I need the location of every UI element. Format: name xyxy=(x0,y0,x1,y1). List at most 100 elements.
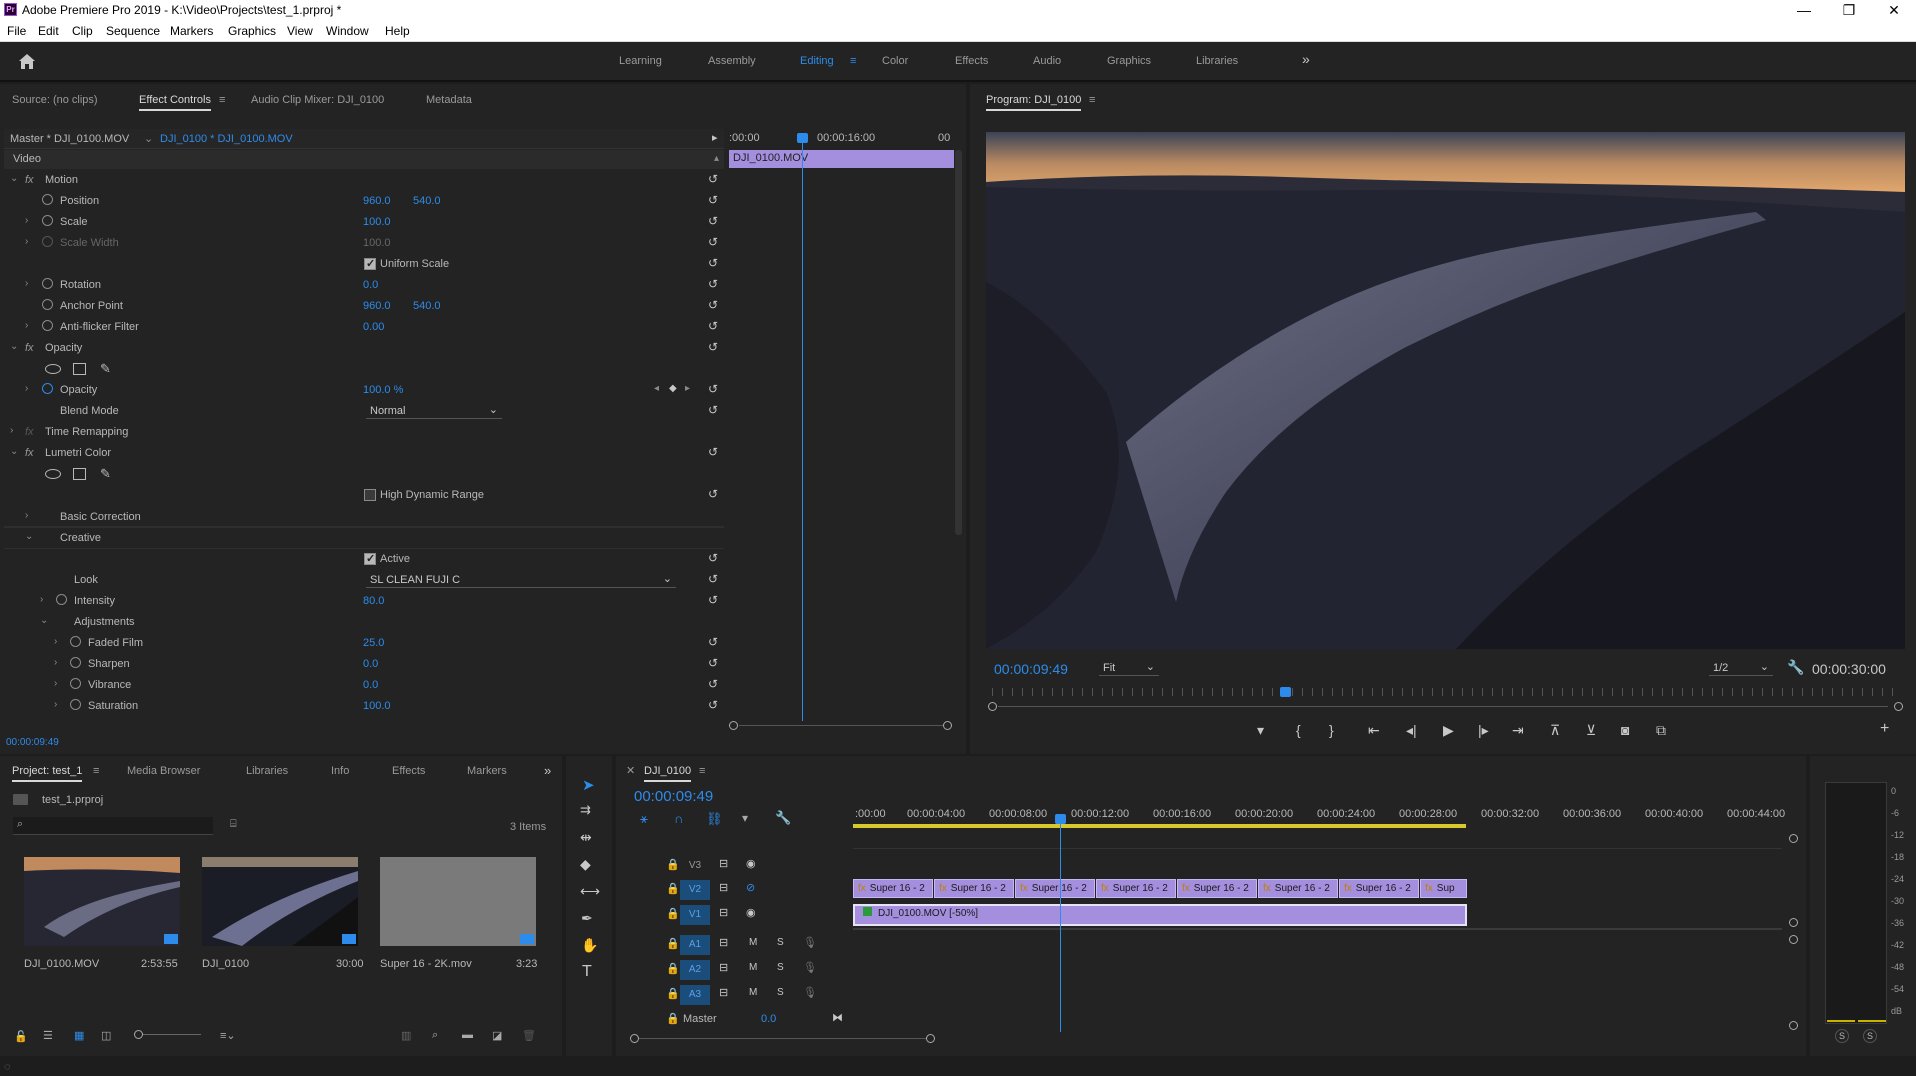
eye-hidden-icon[interactable]: ⊘ xyxy=(746,881,755,894)
menu-markers[interactable]: Markers xyxy=(170,24,213,38)
play-clip-icon[interactable]: ▸ xyxy=(712,131,718,144)
chevron-right-icon[interactable]: › xyxy=(25,383,28,394)
v2-clip[interactable]: fx Super 16 - 2 xyxy=(1177,879,1257,898)
chevron-down-icon[interactable]: ⌄ xyxy=(10,446,18,457)
track-a2-label[interactable]: A2 xyxy=(680,960,710,980)
reset-icon[interactable]: ↺ xyxy=(708,172,718,186)
stopwatch-icon[interactable] xyxy=(42,215,53,226)
meter-solo-left-button[interactable]: S xyxy=(1835,1029,1849,1043)
lock-icon[interactable]: 🔒 xyxy=(666,882,680,895)
v-scroll-handle-top[interactable] xyxy=(1789,834,1798,843)
program-video-frame[interactable] xyxy=(986,132,1905,649)
workspace-color[interactable]: Color xyxy=(882,55,908,67)
go-to-end-icon[interactable]: ⧓ xyxy=(832,1011,843,1024)
workspace-assembly[interactable]: Assembly xyxy=(708,55,756,67)
lock-icon[interactable]: 🔒 xyxy=(666,858,680,871)
look-select[interactable]: SL CLEAN FUJI C ⌄ xyxy=(366,572,676,588)
adjustments-row[interactable]: ⌄ Adjustments xyxy=(4,612,724,633)
microphone-icon[interactable]: 🎙 xyxy=(803,961,817,974)
nest-icon[interactable]: ⚹ xyxy=(640,811,648,827)
opacity-value[interactable]: 100.0 % xyxy=(363,384,403,396)
reset-icon[interactable]: ↺ xyxy=(708,403,718,417)
chevron-right-icon[interactable]: › xyxy=(40,594,43,605)
anchor-x-value[interactable]: 960.0 xyxy=(363,300,391,312)
pen-mask-icon[interactable]: ✎ xyxy=(100,466,111,482)
sequence-clip-label[interactable]: DJI_0100 * DJI_0100.MOV xyxy=(160,133,293,145)
export-frame-icon[interactable]: ◙ xyxy=(1621,722,1629,738)
close-button[interactable]: ✕ xyxy=(1874,1,1914,19)
selection-tool-icon[interactable]: ➤ xyxy=(582,776,595,794)
track-v1-label[interactable]: V1 xyxy=(680,905,710,925)
hdr-checkbox[interactable] xyxy=(364,489,376,501)
timeline-playhead[interactable] xyxy=(1060,822,1061,1032)
sync-lock-icon[interactable]: ⊟ xyxy=(719,961,728,974)
reset-icon[interactable]: ↺ xyxy=(708,235,718,249)
lumetri-row[interactable]: ⌄ fx Lumetri Color ↺ xyxy=(4,443,724,464)
tab-media-browser[interactable]: Media Browser xyxy=(127,765,200,777)
freeform-view-icon[interactable]: ◫ xyxy=(101,1029,111,1042)
reset-icon[interactable]: ↺ xyxy=(708,656,718,670)
chevron-down-icon[interactable]: ⌄ xyxy=(10,173,18,184)
reset-icon[interactable]: ↺ xyxy=(708,551,718,565)
tab-source[interactable]: Source: (no clips) xyxy=(12,94,98,106)
stopwatch-icon[interactable] xyxy=(70,699,81,710)
workspace-menu-icon[interactable]: ≡ xyxy=(850,55,856,67)
program-current-timecode[interactable]: 00:00:09:49 xyxy=(994,661,1068,677)
rectangle-mask-icon[interactable] xyxy=(73,468,86,480)
track-v2-label[interactable]: V2 xyxy=(680,880,710,900)
tab-effects[interactable]: Effects xyxy=(392,765,425,777)
slip-tool-icon[interactable]: ⟷ xyxy=(580,883,600,900)
type-tool-icon[interactable]: T xyxy=(582,963,592,981)
icon-view-icon[interactable]: ▦ xyxy=(74,1029,84,1042)
step-back-icon[interactable]: ◂| xyxy=(1406,722,1417,739)
master-clip-label[interactable]: Master * DJI_0100.MOV xyxy=(10,133,129,145)
prev-keyframe-icon[interactable]: ◂ xyxy=(654,383,659,394)
sort-icon[interactable]: ≡⌄ xyxy=(220,1029,236,1042)
sync-lock-icon[interactable]: ⊟ xyxy=(719,906,728,919)
next-keyframe-icon[interactable]: ▸ xyxy=(685,383,690,394)
intensity-value[interactable]: 80.0 xyxy=(363,595,384,607)
lift-icon[interactable]: ⊼ xyxy=(1550,722,1560,739)
project-thumbnail-3[interactable] xyxy=(380,857,536,946)
ec-clip-bar[interactable]: DJI_0100.MOV xyxy=(729,150,954,168)
reset-icon[interactable]: ↺ xyxy=(708,445,718,459)
stopwatch-icon[interactable] xyxy=(42,299,53,310)
comparison-view-icon[interactable]: ⧉ xyxy=(1656,722,1666,739)
mark-in-icon[interactable]: { xyxy=(1296,722,1301,738)
extract-icon[interactable]: ⊻ xyxy=(1586,722,1596,739)
trash-icon[interactable]: 🗑 xyxy=(522,1029,536,1042)
solo-button[interactable]: S xyxy=(777,962,784,973)
solo-button[interactable]: S xyxy=(777,937,784,948)
mute-button[interactable]: M xyxy=(749,987,757,998)
sync-lock-icon[interactable]: ⊟ xyxy=(719,857,728,870)
creative-row[interactable]: ⌄ Creative xyxy=(4,528,724,549)
razor-tool-icon[interactable]: ◆ xyxy=(580,856,591,873)
collapse-up-icon[interactable]: ▴ xyxy=(714,153,719,164)
uniform-scale-checkbox[interactable] xyxy=(364,257,376,270)
pen-mask-icon[interactable]: ✎ xyxy=(100,361,111,377)
position-y-value[interactable]: 540.0 xyxy=(413,195,441,207)
menu-sequence[interactable]: Sequence xyxy=(106,24,160,38)
timeline-zoom-scrollbar[interactable] xyxy=(630,1034,935,1044)
stopwatch-icon[interactable] xyxy=(70,678,81,689)
chevron-right-icon[interactable]: › xyxy=(54,699,57,710)
track-v3-label[interactable]: V3 xyxy=(680,856,710,876)
reset-icon[interactable]: ↺ xyxy=(708,635,718,649)
zoom-slider-handle[interactable] xyxy=(134,1030,143,1039)
a-scroll-handle-bottom[interactable] xyxy=(1789,1021,1798,1030)
workspace-libraries[interactable]: Libraries xyxy=(1196,55,1238,67)
resolution-select[interactable]: 1/2 ⌄ xyxy=(1709,660,1773,676)
master-volume-value[interactable]: 0.0 xyxy=(761,1013,776,1025)
track-select-tool-icon[interactable]: ⇉ xyxy=(580,802,591,818)
chevron-down-icon[interactable]: ⌄ xyxy=(40,615,48,626)
workspace-learning[interactable]: Learning xyxy=(619,55,662,67)
v2-clip[interactable]: fx Super 16 - 2 xyxy=(1258,879,1338,898)
mute-button[interactable]: M xyxy=(749,937,757,948)
reset-icon[interactable]: ↺ xyxy=(708,256,718,270)
vibrance-value[interactable]: 0.0 xyxy=(363,679,378,691)
reset-icon[interactable]: ↺ xyxy=(708,277,718,291)
a-scroll-handle-top[interactable] xyxy=(1789,935,1798,944)
chevron-down-icon[interactable]: ⌄ xyxy=(25,531,33,542)
eye-icon[interactable]: ◉ xyxy=(746,857,756,870)
sync-lock-icon[interactable]: ⊟ xyxy=(719,881,728,894)
